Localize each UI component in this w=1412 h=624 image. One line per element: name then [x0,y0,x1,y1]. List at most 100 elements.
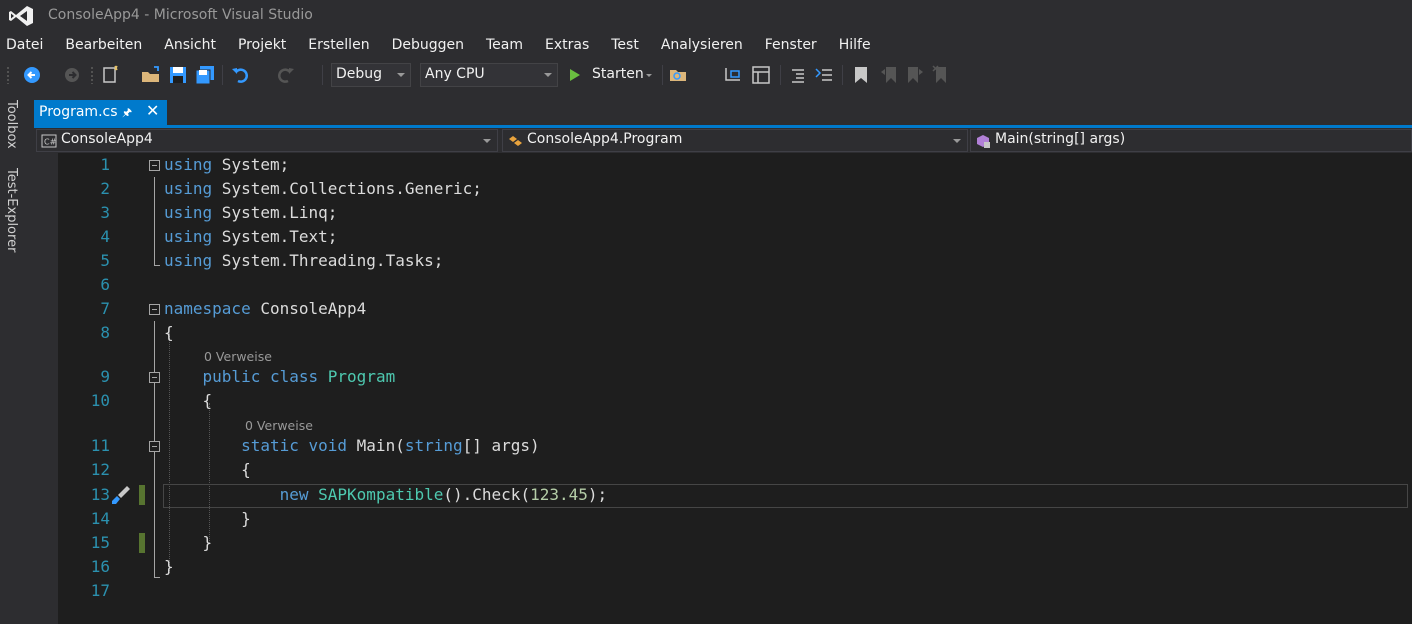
code-text[interactable]: public class Program [164,367,396,386]
menu-projekt[interactable]: Projekt [228,34,298,58]
code-token: using [164,227,213,246]
code-token: using [164,203,213,222]
configuration-combo[interactable]: Debug [331,63,411,87]
save-all-icon[interactable] [194,64,216,86]
type-value: ConsoleApp4.Program [527,131,683,147]
code-editor[interactable]: 1 using System; 2 using System.Collectio… [34,153,1412,624]
code-lens-references[interactable]: 0 Verweise [245,418,313,433]
csharp-project-icon: C# [41,134,57,148]
platform-combo[interactable]: Any CPU [420,63,558,87]
line-number: 10 [90,391,110,410]
code-line: 3 using System.Linq; [34,201,1412,225]
code-lens-references[interactable]: 0 Verweise [204,349,272,364]
code-text[interactable]: using System.Threading.Tasks; [164,251,443,270]
code-token: Program [327,367,396,386]
project-combo[interactable]: C# ConsoleApp4 [36,129,498,152]
menu-extras[interactable]: Extras [535,34,601,58]
code-line: 8 { [34,321,1412,345]
code-token: 123.45 [530,485,588,504]
collapse-icon[interactable] [149,372,160,383]
member-value: Main(string[] args) [995,131,1126,147]
code-text[interactable]: namespace ConsoleApp4 [164,299,366,318]
line-number: 13 [90,485,110,504]
line-number: 14 [90,509,110,528]
redo-icon[interactable] [274,64,296,86]
start-icon [570,69,580,81]
code-text[interactable]: } [164,557,174,576]
start-label: Starten [592,66,644,82]
back-icon[interactable] [22,64,42,86]
pin-icon[interactable]: 🖈 [122,104,132,123]
previous-bookmark-icon[interactable] [880,64,898,86]
step-into-icon[interactable] [722,64,744,86]
project-value: ConsoleApp4 [61,131,153,147]
code-text[interactable]: new SAPKompatible().Check(123.45); [164,485,608,504]
next-bookmark-icon[interactable] [906,64,924,86]
open-folder-icon[interactable] [140,64,162,86]
platform-value: Any CPU [425,66,485,82]
navigation-bar: C# ConsoleApp4 ConsoleApp4.Program Main(… [34,128,1412,153]
clear-bookmarks-icon[interactable] [932,64,950,86]
toolbox-tab[interactable]: Toolbox [4,100,19,149]
forward-icon[interactable] [62,64,82,86]
configuration-value: Debug [336,66,383,82]
code-text[interactable]: { [164,323,174,342]
collapse-icon[interactable] [149,304,160,315]
start-dropdown-icon[interactable] [646,74,652,77]
undo-icon[interactable] [230,64,252,86]
menu-ansicht[interactable]: Ansicht [154,34,228,58]
code-text[interactable]: } [164,533,213,552]
chevron-down-icon [953,139,961,143]
member-combo[interactable]: Main(string[] args) [970,129,1412,152]
code-text[interactable]: { [164,391,213,410]
code-text[interactable]: using System.Linq; [164,203,337,222]
menu-erstellen[interactable]: Erstellen [298,34,381,58]
code-token: public [202,367,261,386]
tab-program-cs[interactable]: Program.cs 🖈 ✕ [34,100,167,125]
code-text[interactable]: using System; [164,155,289,174]
line-number: 5 [100,251,110,270]
find-in-files-icon[interactable] [668,64,690,86]
menu-datei[interactable]: Datei [0,34,55,58]
type-combo[interactable]: ConsoleApp4.Program [502,129,968,152]
window-layout-icon[interactable] [750,64,772,86]
close-icon[interactable]: ✕ [146,101,159,120]
test-explorer-tab[interactable]: Test-Explorer [4,168,19,252]
menu-hilfe[interactable]: Hilfe [829,34,883,58]
code-token: System.Text; [212,227,338,246]
method-icon [977,135,990,148]
menu-bar: Datei Bearbeiten Ansicht Projekt Erstell… [0,34,1412,58]
code-text[interactable]: { [164,460,251,479]
code-text[interactable]: using System.Text; [164,227,337,246]
indent-icon[interactable] [788,64,808,86]
toolbar-separator [222,65,223,85]
code-token: } [164,533,213,552]
menu-fenster[interactable]: Fenster [755,34,829,58]
toolbar-grip[interactable] [6,66,10,84]
menu-analysieren[interactable]: Analysieren [651,34,755,58]
line-number: 11 [90,436,110,455]
comment-icon[interactable] [814,64,834,86]
bookmark-icon[interactable] [852,64,870,86]
code-line: 16 } [34,555,1412,579]
code-text[interactable]: static void Main(string[] args) [164,436,540,455]
collapse-icon[interactable] [149,160,160,171]
code-token: class [269,367,319,386]
menu-team[interactable]: Team [476,34,535,58]
start-button[interactable]: Starten [566,63,658,87]
code-text[interactable]: } [164,509,251,528]
menu-bearbeiten[interactable]: Bearbeiten [55,34,154,58]
menu-debuggen[interactable]: Debuggen [382,34,476,58]
quick-actions-brush-icon[interactable] [109,483,133,507]
standard-toolbar: Debug Any CPU Starten [0,60,1412,142]
code-token: { [164,323,174,342]
menu-test[interactable]: Test [601,34,651,58]
left-tool-sidebar: Toolbox Test-Explorer [0,92,34,624]
save-icon[interactable] [168,64,188,86]
collapse-icon[interactable] [149,441,160,452]
new-project-icon[interactable] [100,64,122,86]
code-text[interactable]: using System.Collections.Generic; [164,179,482,198]
